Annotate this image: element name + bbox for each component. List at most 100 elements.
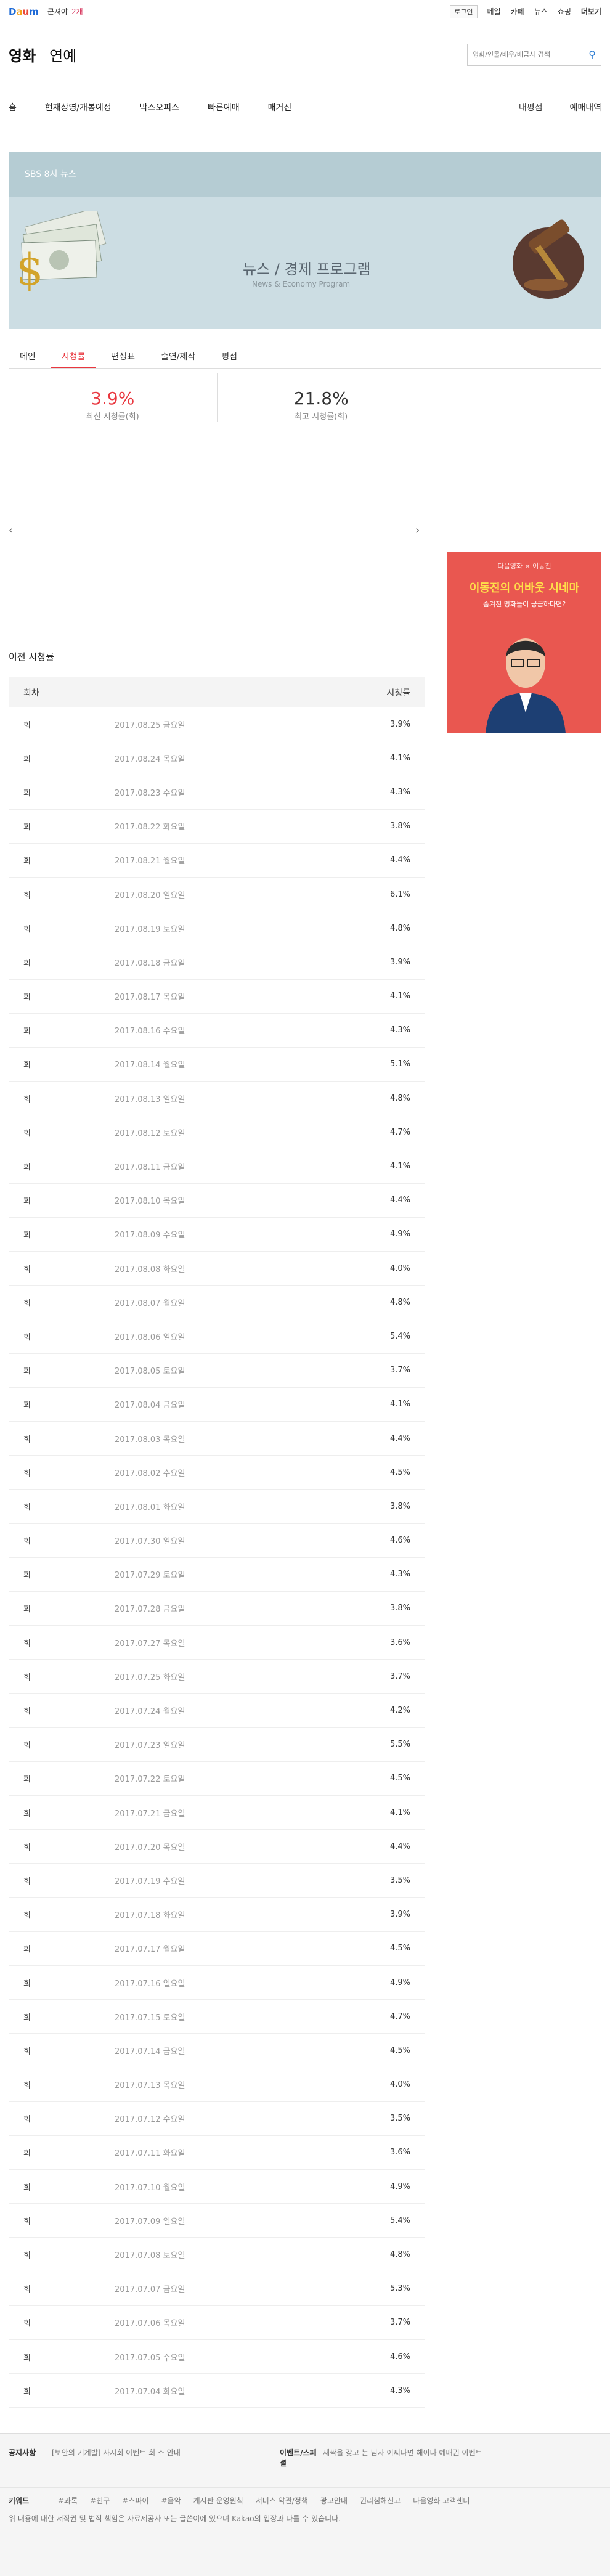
table-row: 회 2017.08.13 일요일 4.8%	[9, 1082, 425, 1116]
table-row: 회 2017.08.17 목요일 4.1%	[9, 980, 425, 1014]
table-row: 회 2017.08.10 목요일 4.4%	[9, 1184, 425, 1218]
date-cell: 2017.07.16 일요일	[115, 1979, 185, 1989]
date-cell: 2017.07.22 토요일	[115, 1775, 185, 1785]
tab-schedule[interactable]: 편성표	[100, 345, 146, 368]
top-link-news[interactable]: 뉴스	[534, 6, 548, 17]
rating-cell: 4.9%	[389, 1229, 410, 1239]
ad-banner[interactable]: 다음영화 × 이동진 이동진의 어바웃 시네마 숨겨진 명화들이 궁금하다면?	[447, 552, 601, 733]
date-cell: 2017.07.25 화요일	[115, 1673, 185, 1682]
footer-link[interactable]: #과록	[58, 2495, 78, 2506]
nav-quick-booking[interactable]: 빠른예매	[208, 101, 240, 113]
rating-cell: 6.1%	[389, 889, 410, 899]
rating-cell: 4.5%	[389, 1467, 410, 1477]
search-icon[interactable]: ⚲	[588, 49, 596, 60]
table-row: 회 2017.07.30 일요일 4.6%	[9, 1524, 425, 1558]
realtime-ticker[interactable]: 쿤셔야 2개	[47, 6, 83, 17]
latest-rating-label: 최신 시청률(회)	[86, 412, 139, 422]
tab-cast[interactable]: 출연/제작	[150, 345, 206, 368]
program-tabs: 메인 시청률 편성표 출연/제작 평점	[9, 345, 601, 369]
table-row: 회 2017.07.05 수요일 4.6%	[9, 2340, 425, 2374]
top-link-shopping[interactable]: 쇼핑	[558, 6, 571, 17]
notice-text[interactable]: [보안의 기계발] 사시회 이벤트 회 소 안내	[52, 2447, 280, 2481]
tab-main[interactable]: 메인	[9, 345, 47, 368]
date-cell: 2017.08.16 수요일	[115, 1027, 185, 1037]
table-row: 회 2017.08.11 금요일 4.1%	[9, 1149, 425, 1184]
search-input[interactable]	[473, 51, 589, 59]
date-cell: 2017.07.08 토요일	[115, 2251, 185, 2261]
table-row: 회 2017.07.08 토요일 4.8%	[9, 2238, 425, 2272]
episode-cell: 회	[23, 1639, 31, 1649]
episode-cell: 회	[23, 1197, 31, 1207]
footer-link[interactable]: 광고안내	[320, 2495, 348, 2506]
table-row: 회 2017.08.23 수요일 4.3%	[9, 775, 425, 810]
rating-cell: 4.1%	[389, 1400, 410, 1409]
table-row: 회 2017.08.12 토요일 4.7%	[9, 1115, 425, 1150]
footer-link[interactable]: #음악	[161, 2495, 181, 2506]
column-episode: 회차	[23, 688, 39, 698]
column-rating: 시청률	[386, 688, 410, 698]
latest-rating-value: 3.9%	[91, 388, 135, 409]
ratings-summary: 3.9% 최신 시청률(회) 21.8% 최고 시청률(회)	[9, 373, 425, 422]
rating-cell: 3.7%	[389, 2318, 410, 2328]
rating-cell: 4.5%	[389, 1944, 410, 1954]
top-link-mail[interactable]: 메일	[487, 6, 501, 17]
footer-notice: 공지사항 [보안의 기계발] 사시회 이벤트 회 소 안내 이벤트/스페셜 새싹…	[0, 2434, 610, 2488]
chevron-left-icon[interactable]: ‹	[9, 524, 13, 537]
date-cell: 2017.08.10 목요일	[115, 1197, 185, 1207]
rating-cell: 3.5%	[389, 2114, 410, 2124]
tab-ratings[interactable]: 시청률	[50, 345, 97, 368]
more-menu-button[interactable]: 더보기	[581, 6, 601, 17]
episode-cell: 회	[23, 2251, 31, 2261]
rating-cell: 4.8%	[389, 1093, 410, 1103]
daum-logo[interactable]: Daum	[9, 6, 39, 17]
rating-cell: 4.1%	[389, 753, 410, 763]
rating-cell: 3.8%	[389, 1604, 410, 1613]
table-row: 회 2017.08.09 수요일 4.9%	[9, 1218, 425, 1252]
program-title: SBS 8시 뉴스	[9, 152, 601, 197]
footer-link[interactable]: 권리침해신고	[360, 2495, 401, 2506]
rating-cell: 4.1%	[389, 1808, 410, 1817]
category-movie[interactable]: 영화	[9, 44, 36, 65]
rating-cell: 3.8%	[389, 1501, 410, 1511]
chevron-right-icon[interactable]: ›	[415, 524, 420, 537]
category-entertainment[interactable]: 연예	[49, 44, 76, 65]
rating-cell: 4.2%	[389, 1706, 410, 1716]
nav-right: 내평점 예매내역	[519, 101, 601, 113]
service-header: 영화 연예 ⚲	[0, 23, 610, 86]
rating-cell: 3.8%	[389, 821, 410, 831]
episode-cell: 회	[23, 1502, 31, 1512]
footer-disclaimer: 위 내용에 대한 저작권 및 법적 책임은 자료제공사 또는 글쓴이에 있으며 …	[9, 2514, 341, 2523]
nav-home[interactable]: 홈	[9, 101, 17, 113]
nav-box-office[interactable]: 박스오피스	[140, 101, 179, 113]
footer-link[interactable]: 다음영화 고객센터	[413, 2495, 470, 2506]
table-row: 회 2017.08.05 토요일 3.7%	[9, 1354, 425, 1388]
date-cell: 2017.07.09 일요일	[115, 2217, 185, 2227]
nav-magazine[interactable]: 매거진	[268, 101, 292, 113]
login-button[interactable]: 로그인	[450, 4, 478, 18]
date-cell: 2017.08.21 월요일	[115, 857, 185, 866]
rating-cell: 4.3%	[389, 1570, 410, 1579]
footer-link[interactable]: #스파이	[122, 2495, 148, 2506]
table-header: 회차 시청률	[9, 677, 425, 707]
footer-link[interactable]: 게시판 운영원칙	[193, 2495, 243, 2506]
footer-link[interactable]: 서비스 약관/정책	[256, 2495, 308, 2506]
top-link-cafe[interactable]: 카페	[511, 6, 524, 17]
table-row: 회 2017.08.20 일요일 6.1%	[9, 878, 425, 912]
table-row: 회 2017.07.09 일요일 5.4%	[9, 2204, 425, 2238]
episode-cell: 회	[23, 2319, 31, 2329]
nav-now-showing[interactable]: 현재상영/개봉예정	[45, 101, 112, 113]
nav-my-ratings[interactable]: 내평점	[519, 101, 543, 113]
event-text[interactable]: 새싹을 갖고 논 님자 어쩌다면 해이다 예매권 이벤트	[323, 2447, 551, 2481]
date-cell: 2017.08.20 일요일	[115, 891, 185, 900]
episode-cell: 회	[23, 1027, 31, 1037]
rating-cell: 3.9%	[389, 1910, 410, 1920]
table-row: 회 2017.08.01 화요일 3.8%	[9, 1490, 425, 1524]
nav-booking-history[interactable]: 예매내역	[569, 101, 601, 113]
ad-subtitle: 숨겨진 명화들이 궁금하다면?	[482, 600, 566, 608]
footer-link[interactable]: #친구	[90, 2495, 110, 2506]
rating-cell: 5.4%	[389, 2215, 410, 2225]
rating-cell: 4.8%	[389, 2250, 410, 2260]
rating-cell: 4.3%	[389, 1025, 410, 1035]
tab-reviews[interactable]: 평점	[210, 345, 248, 368]
rating-cell: 4.5%	[389, 2045, 410, 2055]
